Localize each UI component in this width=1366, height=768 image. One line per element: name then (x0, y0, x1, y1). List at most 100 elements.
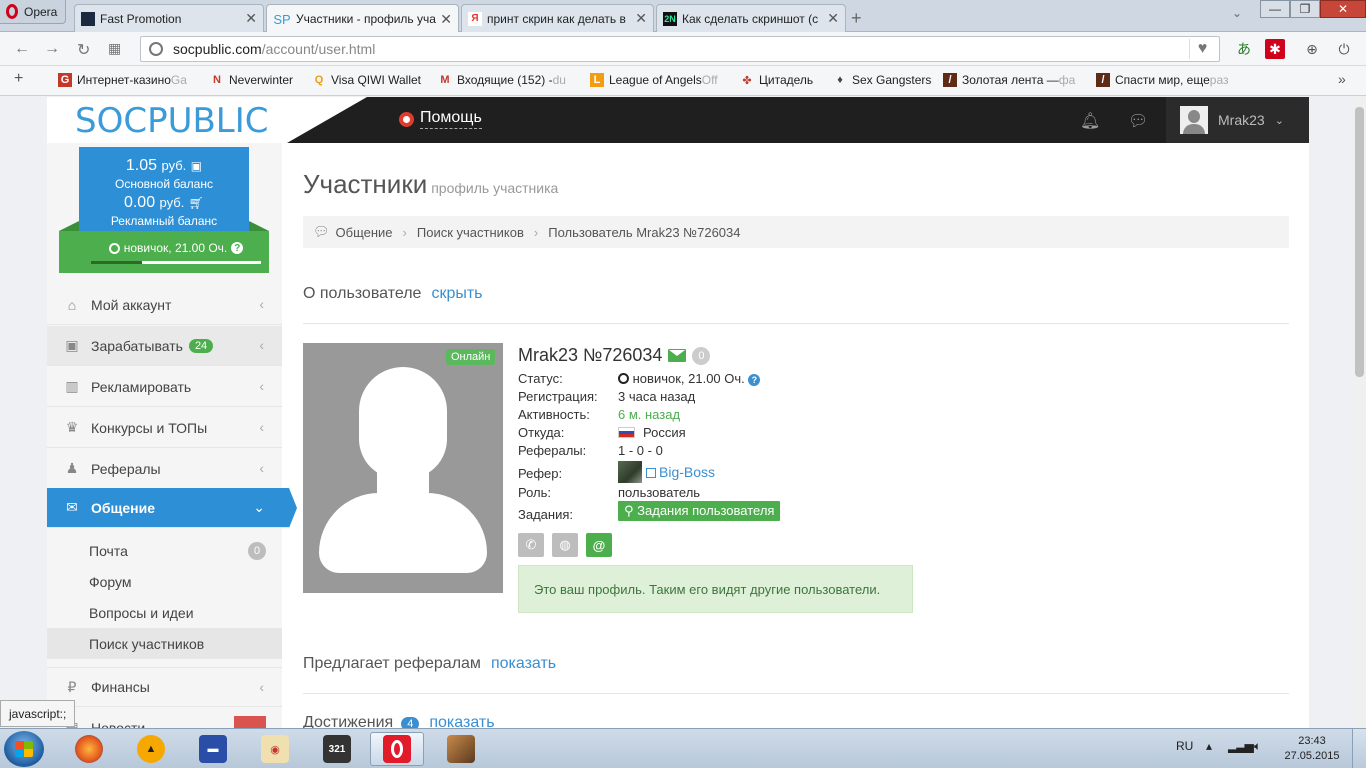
logo-diagonal (287, 97, 367, 143)
taskbar-eye-app[interactable]: ◉ (250, 732, 300, 766)
location-value: Россия (643, 425, 686, 440)
submenu-item-forum[interactable]: Форум (47, 566, 282, 597)
translate-extension-icon[interactable]: あ (1234, 39, 1254, 59)
sidebar-item-referrals[interactable]: ♟ Рефералы ‹ (47, 449, 282, 489)
maximize-icon[interactable]: ❐ (1290, 0, 1320, 18)
sidebar-item-account[interactable]: ⌂ Мой аккаунт ‹ (47, 285, 282, 325)
achievements-show-link[interactable]: показать (429, 714, 494, 728)
breadcrumb-item-communication[interactable]: Общение (336, 225, 393, 240)
close-tab-icon[interactable]: ✕ (245, 10, 257, 27)
help-question-icon[interactable]: ? (748, 374, 761, 386)
sidebar-item-earn[interactable]: ▣ Зарабатывать 24 ‹ (47, 326, 282, 366)
submenu-item-ideas[interactable]: Вопросы и идеи (47, 597, 282, 628)
main-content: Участники профиль участника 💬︎ Общение › … (303, 143, 1289, 728)
breadcrumb-item-member-search[interactable]: Поиск участников (417, 225, 524, 240)
opera-menu-button[interactable]: Opera (0, 0, 66, 24)
tray-arrow-icon[interactable]: ▴ (1206, 739, 1212, 753)
submenu-item-member-search[interactable]: Поиск участников (47, 628, 282, 659)
download-extension-icon[interactable]: ⊕ (1302, 39, 1322, 59)
speed-dial-grid-icon[interactable]: ▦ (108, 40, 121, 57)
power-extension-icon[interactable]: ⏻ (1334, 39, 1354, 59)
taskbar-save-app[interactable]: ▬ (188, 732, 238, 766)
taskbar-opera[interactable] (370, 732, 424, 766)
bookmark-label: Интернет-казино (77, 73, 171, 87)
sidebar-item-contests[interactable]: ♛ Конкурсы и ТОПы ‹ (47, 408, 282, 448)
bookmark-save-world[interactable]: / Спасти мир, еще раз (1096, 73, 1231, 87)
red-extension-icon[interactable]: ✱ (1265, 39, 1285, 59)
language-indicator[interactable]: RU (1176, 739, 1193, 753)
site-logo[interactable]: SOCPUBLIC (75, 101, 269, 141)
site-top-navbar: SOCPUBLIC Помощь 🔔︎ 💬︎ Mrak23 ⌄ (47, 97, 1309, 143)
window-close-icon[interactable]: ✕ (1320, 0, 1366, 18)
taskbar-media-player[interactable]: 321 (312, 732, 362, 766)
bookmark-casino[interactable]: G Интернет-казино Ga (58, 73, 193, 87)
square-icon (646, 468, 656, 478)
back-arrow-icon[interactable]: ← (14, 40, 30, 58)
phone-icon[interactable]: ✆ (518, 533, 544, 557)
signal-bars-icon[interactable]: ▂▃▅ (1228, 739, 1254, 753)
window-controls: — ❐ ✕ (1260, 0, 1366, 20)
sidebar-item-news[interactable]: ▤ Новости (47, 708, 282, 728)
system-clock[interactable]: 23:43 27.05.2015 (1282, 734, 1342, 764)
bookmark-golden-ribbon[interactable]: / Золотая лента — фа (943, 73, 1078, 87)
more-bookmarks-chevron-icon[interactable]: » (1338, 71, 1346, 87)
ruble-icon: ₽ (67, 678, 77, 695)
rank-progress-bar (91, 261, 261, 264)
add-bookmark-plus-icon[interactable]: + (14, 70, 23, 88)
bookmark-qiwi[interactable]: Q Visa QIWI Wallet (312, 73, 421, 87)
bookmark-neverwinter[interactable]: N Neverwinter (210, 73, 293, 87)
bookmark-sex-gangsters[interactable]: ♦ Sex Gangsters (833, 73, 931, 87)
about-hide-link[interactable]: скрыть (431, 285, 482, 302)
browser-tab-socpublic[interactable]: SP Участники - профиль уча ✕ (266, 4, 459, 33)
taskbar-game[interactable] (436, 732, 486, 766)
bell-icon[interactable]: 🔔︎ (1080, 111, 1100, 131)
submenu-item-label: Почта (89, 542, 128, 559)
help-link[interactable]: Помощь (399, 109, 482, 129)
minimize-icon[interactable]: — (1260, 0, 1290, 18)
sidebar-item-finance[interactable]: ₽ Финансы ‹ (47, 667, 282, 707)
sidebar-item-advertise[interactable]: ▥ Рекламировать ‹ (47, 367, 282, 407)
browser-tab-yandex[interactable]: Я принт скрин как делать в ✕ (461, 4, 654, 32)
chat-icon[interactable]: 💬︎ (1128, 111, 1148, 131)
bookmark-citadel[interactable]: ✤ Цитадель (740, 73, 813, 87)
scrollbar-thumb[interactable] (1355, 107, 1364, 377)
taskbar-avast[interactable]: ▲ (126, 732, 176, 766)
user-tasks-button[interactable]: ⚲ Задания пользователя (618, 501, 781, 521)
close-tab-icon[interactable]: ✕ (827, 10, 839, 27)
bookmark-heart-icon[interactable]: ♥ (1189, 39, 1215, 59)
browser-tab-screenshot-guide[interactable]: 2N Как сделать скриншот (с ✕ (656, 4, 846, 32)
sidebar-item-communication[interactable]: ✉ Общение ⌄ (47, 488, 297, 528)
email-at-icon[interactable]: @ (586, 533, 612, 557)
reload-icon[interactable]: ↻ (77, 40, 90, 60)
skype-icon[interactable]: ◍ (552, 533, 578, 557)
close-tab-icon[interactable]: ✕ (440, 11, 452, 28)
submenu-item-mail[interactable]: Почта 0 (47, 535, 282, 566)
volume-icon[interactable]: 🔈︎ (1254, 739, 1261, 754)
referrals-row: Рефералы: 1 - 0 - 0 (518, 443, 663, 458)
bookmark-label: League of Angels (609, 73, 702, 87)
referrer-link[interactable]: Big-Boss (659, 464, 715, 480)
show-desktop-button[interactable] (1352, 729, 1366, 768)
ad-balance[interactable]: 0.00 руб. 🛒︎ (79, 194, 249, 212)
envelope-icon[interactable] (668, 349, 687, 362)
page-scrollbar[interactable] (1353, 97, 1366, 728)
close-tab-icon[interactable]: ✕ (635, 10, 647, 27)
activity-value: 6 м. назад (618, 407, 681, 422)
offers-section-header: Предлагает рефералам показать (303, 655, 556, 673)
new-tab-plus-icon[interactable]: + (851, 8, 862, 29)
referrer-avatar[interactable] (618, 461, 642, 483)
offers-show-link[interactable]: показать (491, 655, 556, 672)
url-input[interactable]: socpublic.com/account/user.html ♥ (140, 36, 1220, 62)
bookmark-gmail[interactable]: M Входящие (152) - du (438, 73, 573, 87)
taskbar-firefox[interactable] (64, 732, 114, 766)
user-menu[interactable]: Mrak23 ⌄ (1166, 97, 1309, 143)
main-balance[interactable]: 1.05 руб. ▣ (79, 157, 249, 175)
role-label: Роль: (518, 485, 552, 500)
forward-arrow-icon[interactable]: → (44, 40, 60, 58)
start-button[interactable] (4, 731, 44, 767)
help-question-icon[interactable]: ? (231, 242, 244, 254)
tab-menu-chevron-icon[interactable]: ⌄ (1232, 6, 1242, 20)
bookmark-league-of-angels[interactable]: L League of Angels Off (590, 73, 725, 87)
bar-chart-icon: ▥ (65, 378, 79, 394)
browser-tab-fast-promotion[interactable]: Fast Promotion ✕ (74, 4, 264, 32)
